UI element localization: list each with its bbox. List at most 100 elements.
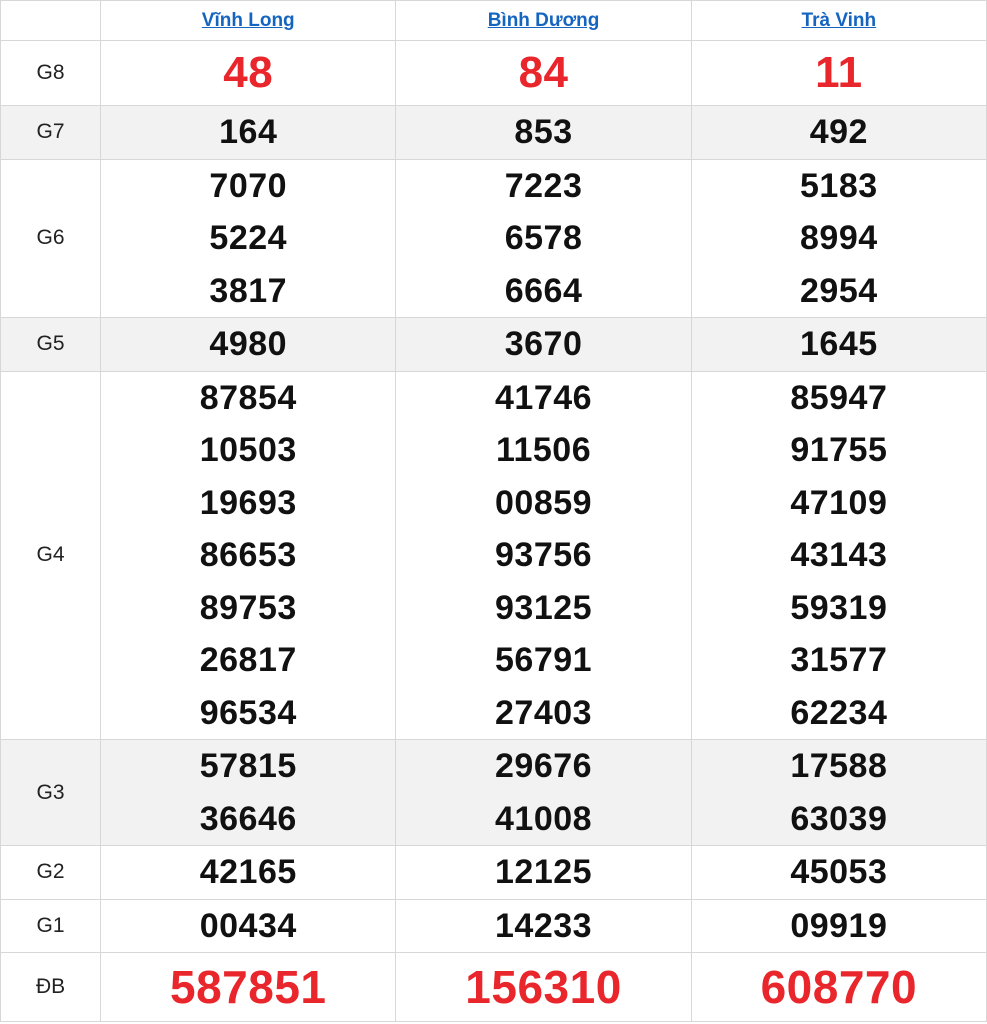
prize-number: 164 (219, 113, 278, 151)
prize-cell: 42165 (100, 845, 397, 900)
province-link-tra-vinh[interactable]: Trà Vinh (802, 10, 877, 31)
prize-number: 42165 (199, 853, 297, 891)
prize-number: 91755 (790, 431, 888, 469)
prize-number: 56791 (495, 641, 593, 679)
prize-cell: 4980 (100, 317, 397, 372)
prize-cell: 84 (395, 40, 692, 106)
prize-row-g4: G4 87854 10503 19693 86653 89753 26817 9… (0, 370, 987, 740)
prize-number: 59319 (790, 588, 888, 627)
prize-number: 14233 (495, 906, 593, 945)
prize-number: 27403 (495, 693, 593, 732)
special-prize-number: 608770 (760, 961, 918, 1013)
prize-cell: 853 (395, 105, 692, 160)
prize-label: G5 (0, 317, 102, 372)
prize-number: 7223 (504, 166, 583, 205)
prize-cell: 5183 8994 2954 (690, 158, 987, 318)
prize-row-g2: G2 42165 12125 45053 (0, 845, 987, 900)
prize-number: 31577 (790, 641, 888, 679)
prize-number: 86653 (199, 536, 297, 574)
prize-number: 36646 (199, 799, 297, 838)
prize-number: 41008 (495, 799, 593, 838)
prize-cell: 09919 (690, 898, 987, 953)
prize-number: 63039 (790, 799, 888, 838)
prize-number: 93756 (495, 536, 593, 574)
header-corner (0, 0, 102, 41)
prize-label: G4 (0, 370, 102, 740)
prize-number: 26817 (199, 641, 297, 679)
prize-label: G2 (0, 845, 102, 900)
special-prize-number: 156310 (465, 961, 622, 1013)
prize-cell: 1645 (690, 317, 987, 372)
prize-number: 853 (514, 113, 573, 151)
prize-number: 43143 (790, 536, 888, 574)
prize-cell: 3670 (395, 317, 692, 372)
prize-number: 19693 (199, 483, 297, 522)
prize-number: 5183 (800, 166, 878, 205)
prize-number: 09919 (790, 906, 888, 945)
prize-cell: 29676 41008 (395, 739, 692, 846)
prize-number: 00434 (199, 906, 297, 945)
prize-label: G1 (0, 898, 102, 953)
prize-cell: 12125 (395, 845, 692, 900)
prize-cell: 492 (690, 105, 987, 160)
prize-cell: 587851 (100, 952, 397, 1022)
prize-row-g5: G5 4980 3670 1645 (0, 317, 987, 372)
prize-cell: 7070 5224 3817 (100, 158, 397, 318)
prize-number: 8994 (800, 219, 878, 257)
prize-cell: 608770 (690, 952, 987, 1022)
prize-number: 10503 (199, 431, 297, 469)
prize-label: G7 (0, 105, 102, 160)
prize-number: 84 (518, 48, 569, 97)
prize-number: 00859 (495, 483, 593, 522)
prize-number: 1645 (800, 325, 878, 363)
province-header-vinh-long: Vĩnh Long (100, 0, 397, 41)
prize-cell: 87854 10503 19693 86653 89753 26817 9653… (100, 370, 397, 740)
prize-number: 29676 (495, 747, 593, 785)
prize-number: 492 (809, 113, 868, 151)
prize-number: 6578 (504, 219, 583, 257)
prize-cell: 45053 (690, 845, 987, 900)
prize-number: 4980 (209, 325, 288, 363)
prize-number: 85947 (790, 378, 888, 417)
prize-cell: 164 (100, 105, 397, 160)
prize-cell: 14233 (395, 898, 692, 953)
prize-cell: 7223 6578 6664 (395, 158, 692, 318)
prize-number: 62234 (790, 693, 888, 732)
special-prize-number: 587851 (169, 961, 327, 1013)
prize-label: G6 (0, 158, 102, 318)
prize-label: G3 (0, 739, 102, 846)
prize-label: G8 (0, 40, 102, 106)
prize-number: 48 (223, 48, 274, 97)
prize-cell: 48 (100, 40, 397, 106)
province-header-row: Vĩnh Long Bình Dương Trà Vinh (0, 0, 987, 41)
prize-cell: 156310 (395, 952, 692, 1022)
prize-number: 45053 (790, 853, 888, 891)
lottery-results-table: Vĩnh Long Bình Dương Trà Vinh G8 48 84 1… (0, 0, 987, 1022)
prize-cell: 00434 (100, 898, 397, 953)
prize-cell: 41746 11506 00859 93756 93125 56791 2740… (395, 370, 692, 740)
province-header-binh-duong: Bình Dương (395, 0, 692, 41)
prize-row-g3: G3 57815 36646 29676 41008 17588 63039 (0, 739, 987, 846)
prize-number: 11 (815, 48, 863, 97)
prize-cell: 17588 63039 (690, 739, 987, 846)
prize-label: ĐB (0, 952, 102, 1022)
prize-number: 17588 (790, 747, 888, 785)
prize-number: 3670 (504, 325, 583, 363)
prize-number: 47109 (790, 483, 888, 522)
prize-row-special: ĐB 587851 156310 608770 (0, 952, 987, 1022)
prize-number: 12125 (495, 853, 593, 891)
prize-number: 3817 (209, 271, 288, 310)
prize-row-g7: G7 164 853 492 (0, 105, 987, 160)
prize-cell: 85947 91755 47109 43143 59319 31577 6223… (690, 370, 987, 740)
prize-number: 6664 (504, 271, 583, 310)
prize-row-g6: G6 7070 5224 3817 7223 6578 6664 5183 89… (0, 158, 987, 318)
prize-number: 11506 (495, 431, 592, 469)
prize-number: 5224 (209, 219, 288, 257)
province-link-vinh-long[interactable]: Vĩnh Long (202, 10, 295, 31)
province-link-binh-duong[interactable]: Bình Dương (488, 10, 600, 31)
prize-number: 7070 (209, 166, 288, 205)
prize-number: 2954 (800, 271, 878, 310)
province-header-tra-vinh: Trà Vinh (690, 0, 987, 41)
prize-number: 93125 (495, 588, 593, 627)
prize-number: 89753 (199, 588, 297, 627)
